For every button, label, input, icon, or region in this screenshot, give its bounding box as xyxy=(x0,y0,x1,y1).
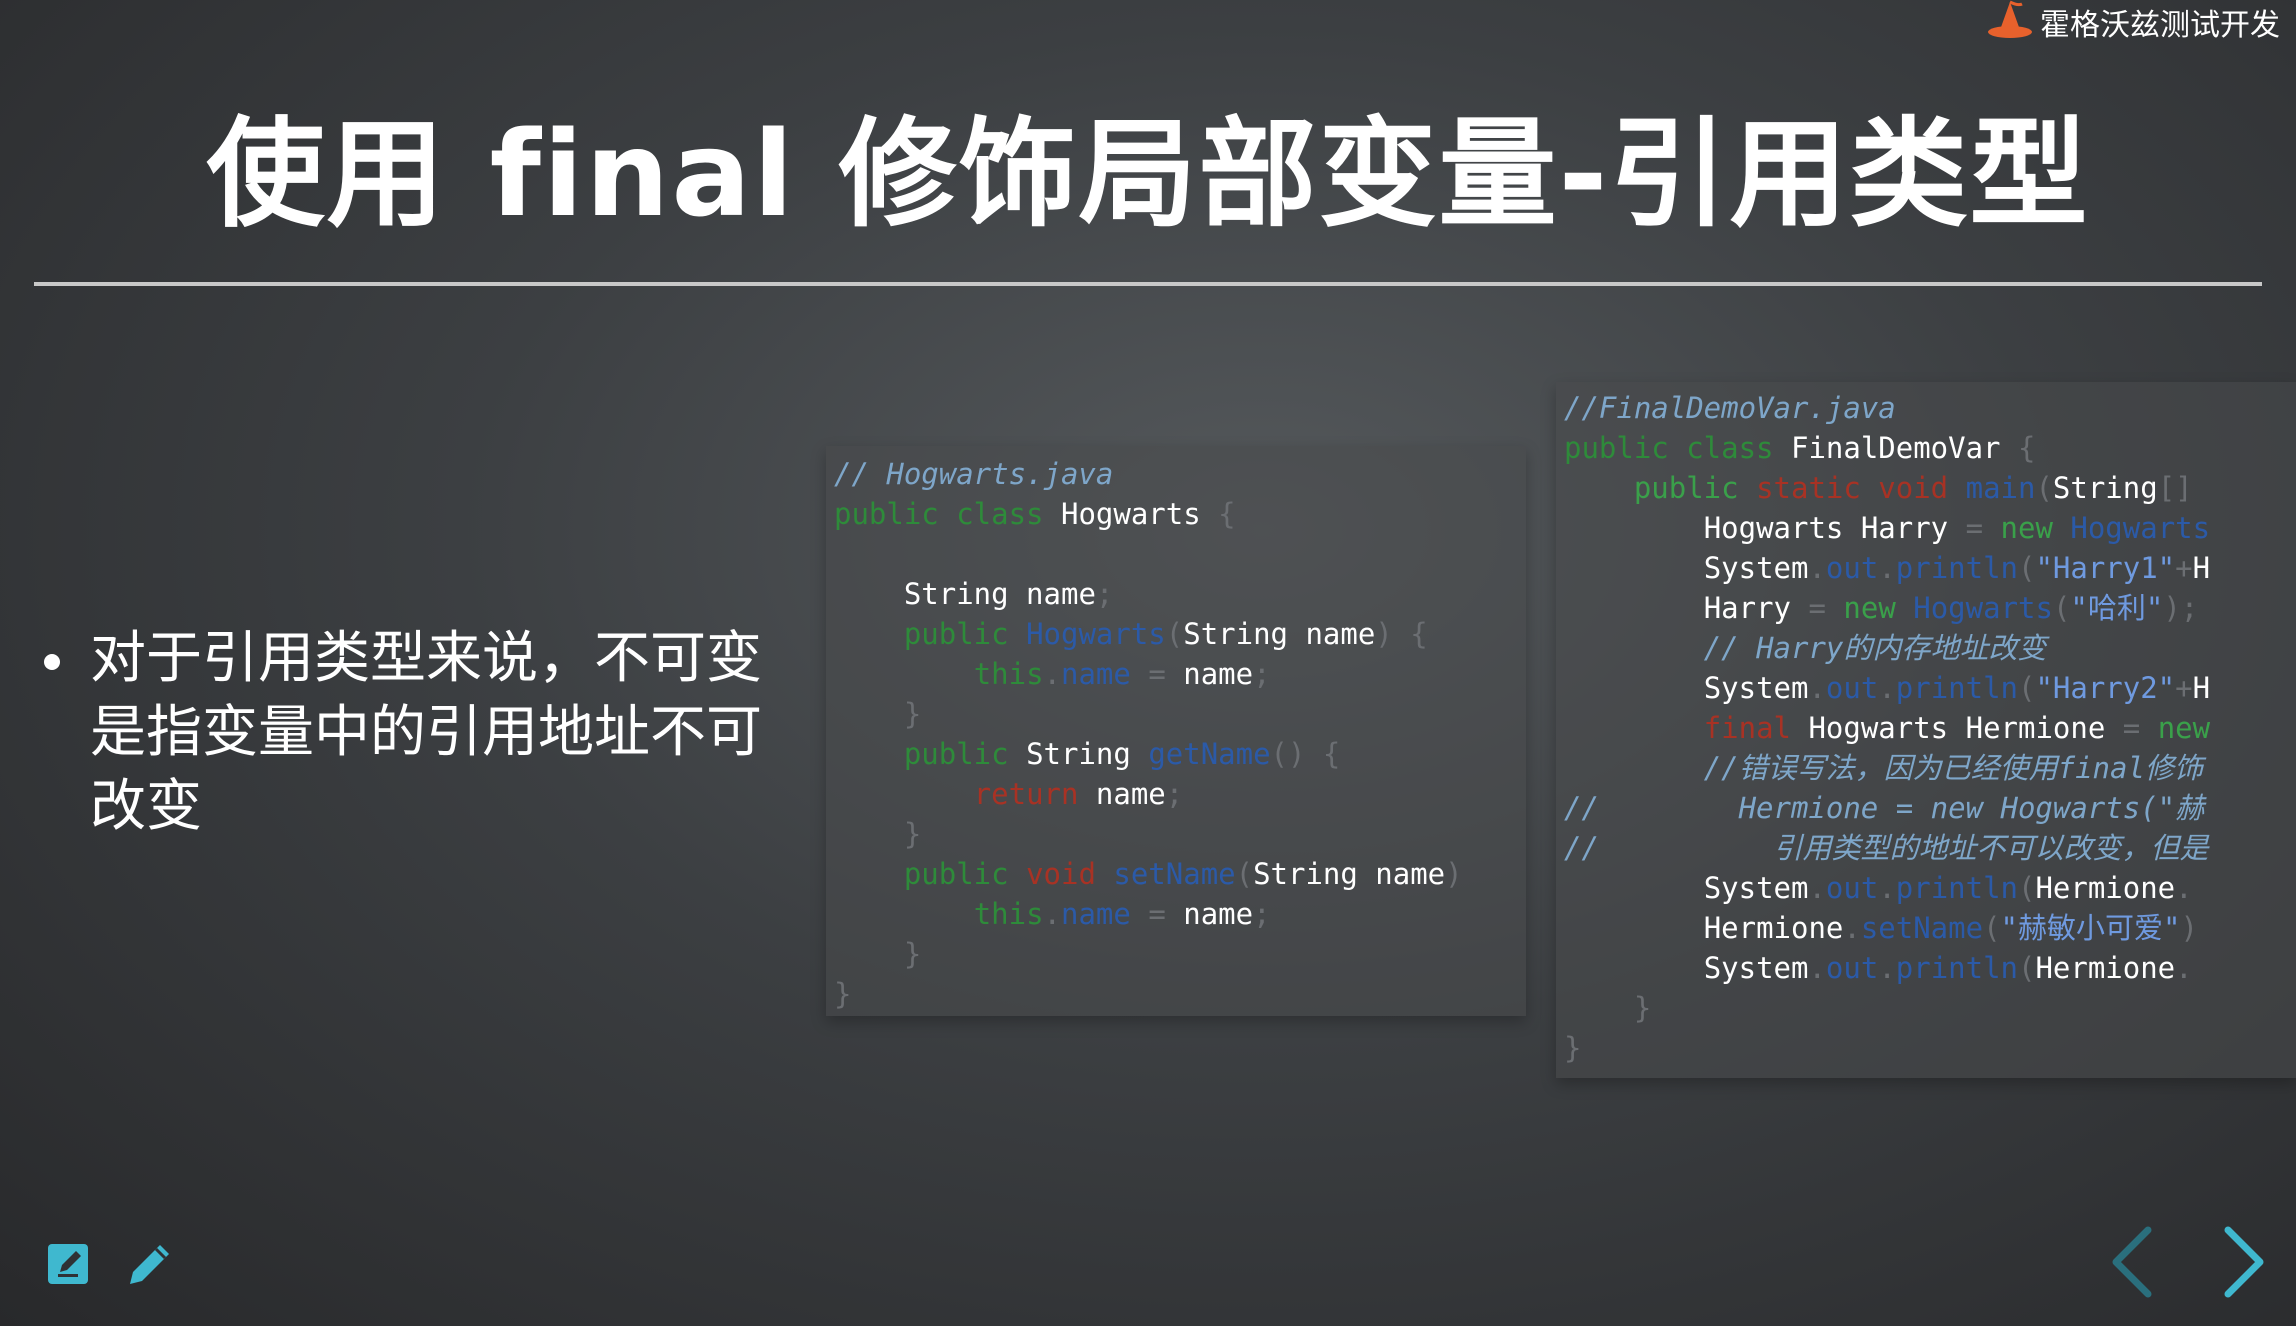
code-line: // Harry的内存地址改变 xyxy=(1703,631,2047,665)
code-line: // Hogwarts.java xyxy=(834,457,1114,491)
code-line: public String getName() { xyxy=(903,737,1341,771)
code-line: public static void main(String[] xyxy=(1633,471,2193,505)
code-line: } xyxy=(1633,991,1652,1025)
title-divider xyxy=(34,282,2262,286)
code-line: public void setName(String name) xyxy=(903,857,1463,891)
code-line: } xyxy=(903,697,922,731)
bullet-text: 对于引用类型来说，不可变是指变量中的引用地址不可改变 xyxy=(90,626,762,839)
code-line: public Hogwarts(String name) { xyxy=(903,617,1428,651)
code-line: // 引用类型的地址不可以改变，但是 xyxy=(1564,831,2209,865)
code-line: Hogwarts Harry = new Hogwarts xyxy=(1703,511,2211,545)
code-line: this.name = name; xyxy=(973,897,1271,931)
bullet-point: 对于引用类型来说，不可变是指变量中的引用地址不可改变 xyxy=(44,622,804,844)
slide-title: 使用 final 修饰局部变量-引用类型 xyxy=(206,105,2090,243)
code-line: this.name = name; xyxy=(973,657,1271,691)
brand-logo: 霍格沃兹测试开发 xyxy=(1984,0,2280,44)
wizard-hat-icon xyxy=(1984,0,2032,44)
code-line: System.out.println("Harry1"+H xyxy=(1703,551,2211,585)
code-line: Harry = new Hogwarts("哈利"); xyxy=(1703,591,2199,625)
code-line: //FinalDemoVar.java xyxy=(1564,391,1896,425)
code-block-hogwarts: // Hogwarts.java public class Hogwarts {… xyxy=(826,446,1526,1016)
pencil-icon[interactable] xyxy=(124,1238,176,1290)
code-line: System.out.println(Hermione. xyxy=(1703,871,2193,905)
bullet-dot xyxy=(44,654,60,670)
edit-square-icon[interactable] xyxy=(44,1238,96,1290)
code-line: Hermione.setName("赫敏小可爱") xyxy=(1703,911,2198,945)
code-line: public class FinalDemoVar { xyxy=(1564,431,2036,465)
code-line: public class Hogwarts { xyxy=(834,497,1236,531)
brand-name: 霍格沃兹测试开发 xyxy=(2040,8,2280,43)
code-line: } xyxy=(903,817,922,851)
chevron-right-icon[interactable] xyxy=(2214,1224,2274,1300)
code-block-final-demo-var: //FinalDemoVar.java public class FinalDe… xyxy=(1556,382,2296,1078)
code-line: // Hermione = new Hogwarts("赫 xyxy=(1564,791,2205,825)
code-line: String name; xyxy=(903,577,1114,611)
code-line: } xyxy=(903,937,922,971)
code-line: //错误写法，因为已经使用final修饰 xyxy=(1703,751,2203,785)
chevron-left-icon[interactable] xyxy=(2102,1224,2162,1300)
code-line: } xyxy=(1564,1031,1582,1065)
code-line: System.out.println(Hermione. xyxy=(1703,951,2193,985)
code-line: return name; xyxy=(973,777,1184,811)
code-line: final Hogwarts Hermione = new xyxy=(1703,711,2211,745)
code-line: System.out.println("Harry2"+H xyxy=(1703,671,2211,705)
code-line: } xyxy=(834,977,852,1011)
